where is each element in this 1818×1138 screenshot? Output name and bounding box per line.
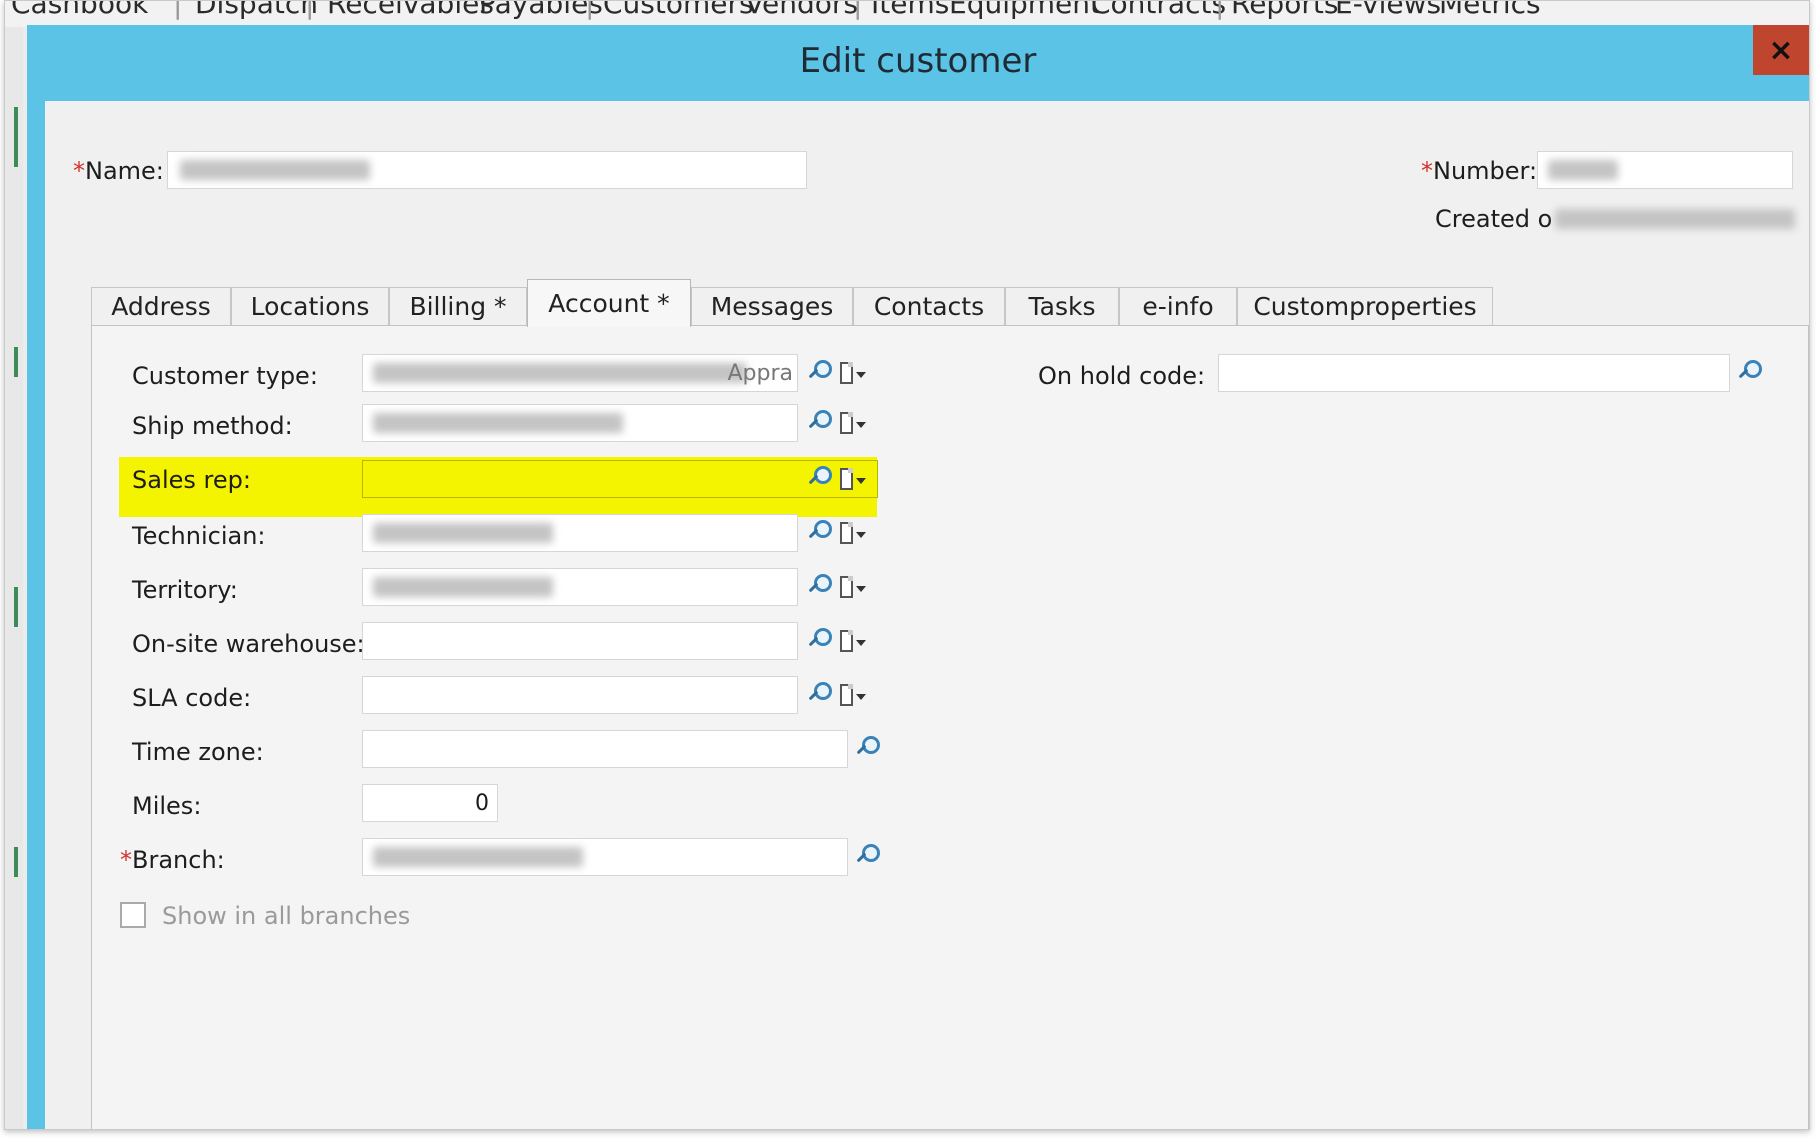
onsite-warehouse-document-dropdown-icon[interactable] — [838, 626, 866, 656]
time-zone-label: Time zone: — [132, 738, 264, 766]
number-field[interactable] — [1537, 151, 1793, 189]
nav-receivables[interactable]: Receivables — [327, 1, 494, 20]
nav-separator: | — [585, 1, 595, 20]
screenshot-frame: Cashbook | Dispatch | Receivables Payabl… — [4, 0, 1810, 1130]
sla-code-label: SLA code: — [132, 684, 252, 712]
time-zone-lookup-icon[interactable] — [854, 734, 880, 764]
nav-customers[interactable]: Customers — [603, 1, 754, 20]
sales-rep-field[interactable] — [362, 460, 878, 498]
dialog-body: *Name: *Number: Created o Address Locati… — [45, 101, 1809, 1129]
tab-locations[interactable]: Locations — [231, 287, 389, 325]
dialog-title: Edit customer — [799, 41, 1037, 81]
customer-type-field[interactable]: Appra — [362, 354, 798, 392]
nav-items[interactable]: Items — [871, 1, 949, 20]
tab-account[interactable]: Account * — [527, 279, 691, 327]
branch-label: *Branch: — [120, 846, 225, 874]
tab-tasks[interactable]: Tasks — [1005, 287, 1119, 325]
customer-type-label: Customer type: — [132, 362, 318, 390]
sla-code-document-dropdown-icon[interactable] — [838, 680, 866, 710]
background-window-edge — [5, 27, 23, 1129]
edit-customer-dialog: Edit customer × *Name: *Number: Created … — [27, 25, 1809, 1129]
time-zone-field[interactable] — [362, 730, 848, 768]
close-icon[interactable]: × — [1753, 25, 1809, 75]
technician-field[interactable] — [362, 514, 798, 552]
nav-separator: | — [853, 1, 863, 20]
customer-type-value-partial: Appra — [727, 361, 793, 386]
territory-lookup-icon[interactable] — [806, 572, 832, 602]
nav-cashbook[interactable]: Cashbook — [11, 1, 148, 20]
nav-separator: | — [1215, 1, 1225, 20]
tab-messages[interactable]: Messages — [691, 287, 853, 325]
created-info: Created o — [1435, 205, 1553, 233]
number-label: *Number: — [1421, 157, 1538, 185]
nav-eviews[interactable]: E-views — [1335, 1, 1441, 20]
onsite-warehouse-field[interactable] — [362, 622, 798, 660]
account-tab-panel: Customer type: Appra Ship method: Sales … — [91, 325, 1809, 1129]
tab-einfo[interactable]: e-info — [1119, 287, 1237, 325]
on-hold-code-lookup-icon[interactable] — [1736, 358, 1762, 388]
onsite-warehouse-label: On-site warehouse: — [132, 630, 365, 658]
on-hold-code-field[interactable] — [1218, 354, 1730, 392]
customer-type-document-dropdown-icon[interactable] — [838, 358, 866, 388]
tab-billing[interactable]: Billing * — [389, 287, 527, 325]
technician-document-dropdown-icon[interactable] — [838, 518, 866, 548]
branch-field[interactable] — [362, 838, 848, 876]
sla-code-lookup-icon[interactable] — [806, 680, 832, 710]
name-field[interactable] — [167, 151, 807, 189]
nav-separator: | — [173, 1, 183, 20]
nav-separator: | — [305, 1, 315, 20]
nav-reports[interactable]: Reports — [1231, 1, 1338, 20]
territory-document-dropdown-icon[interactable] — [838, 572, 866, 602]
nav-contracts[interactable]: Contracts — [1091, 1, 1226, 20]
technician-label: Technician: — [132, 522, 266, 550]
nav-metrics[interactable]: Metrics — [1439, 1, 1541, 20]
on-hold-code-label: On hold code: — [1038, 362, 1206, 390]
nav-vendors[interactable]: Vendors — [745, 1, 858, 20]
miles-field[interactable]: 0 — [362, 784, 498, 822]
tab-customproperties[interactable]: Customproperties — [1237, 287, 1493, 325]
sla-code-field[interactable] — [362, 676, 798, 714]
sales-rep-lookup-icon[interactable] — [806, 464, 832, 494]
show-all-branches-checkbox[interactable] — [120, 902, 146, 928]
nav-dispatch[interactable]: Dispatch — [195, 1, 318, 20]
sales-rep-document-dropdown-icon[interactable] — [838, 464, 866, 494]
technician-lookup-icon[interactable] — [806, 518, 832, 548]
top-navigation: Cashbook | Dispatch | Receivables Payabl… — [5, 1, 1809, 27]
ship-method-label: Ship method: — [132, 412, 293, 440]
ship-method-document-dropdown-icon[interactable] — [838, 408, 866, 438]
sales-rep-label: Sales rep: — [132, 466, 251, 494]
onsite-warehouse-lookup-icon[interactable] — [806, 626, 832, 656]
miles-label: Miles: — [132, 792, 202, 820]
territory-label: Territory: — [132, 576, 238, 604]
tab-address[interactable]: Address — [91, 287, 231, 325]
branch-lookup-icon[interactable] — [854, 842, 880, 872]
customer-type-lookup-icon[interactable] — [806, 358, 832, 388]
name-label: *Name: — [73, 157, 164, 185]
nav-equipment[interactable]: Equipment — [949, 1, 1101, 20]
ship-method-lookup-icon[interactable] — [806, 408, 832, 438]
show-all-branches-label: Show in all branches — [162, 902, 411, 930]
tab-contacts[interactable]: Contacts — [853, 287, 1005, 325]
ship-method-field[interactable] — [362, 404, 798, 442]
created-info-blurred — [1555, 209, 1795, 229]
territory-field[interactable] — [362, 568, 798, 606]
